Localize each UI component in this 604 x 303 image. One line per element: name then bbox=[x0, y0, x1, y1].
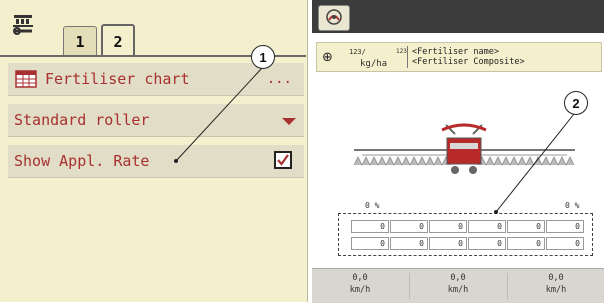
operator-icon bbox=[326, 9, 342, 25]
rate-cell: 0 bbox=[507, 220, 545, 233]
speed-unit: km/h bbox=[545, 285, 567, 295]
speed-readout-1: 0,0 km/h bbox=[312, 272, 408, 296]
rate-unit: kg/ha bbox=[360, 59, 388, 69]
machine-tools-icon bbox=[13, 15, 33, 35]
rate-cell: 0 bbox=[468, 237, 506, 250]
roller-select-label: Standard roller bbox=[14, 111, 150, 129]
tab-1[interactable]: 1 bbox=[63, 26, 97, 57]
operating-screen: ⊕ 123/ 123 kg/ha <Fertiliser name> <Fert… bbox=[312, 0, 604, 303]
speed-value: 0,0 bbox=[450, 273, 466, 283]
speed-readout-3: 0,0 km/h bbox=[508, 272, 604, 296]
settings-panel: 1 2 Fertiliser chart ... Standard roller… bbox=[0, 0, 308, 302]
speed-readout-2: 0,0 km/h bbox=[410, 272, 506, 296]
rate-cell: 0 bbox=[546, 237, 584, 250]
dropdown-arrow-icon[interactable] bbox=[282, 118, 296, 125]
operator-button[interactable] bbox=[318, 5, 350, 31]
fertiliser-info-bar: ⊕ 123/ 123 kg/ha <Fertiliser name> <Fert… bbox=[316, 42, 602, 72]
partial-width-rate-grid: 0 0 0 0 0 0 0 0 0 0 0 0 bbox=[338, 213, 593, 256]
tab-2[interactable]: 2 bbox=[101, 24, 135, 57]
fertiliser-name: <Fertiliser name> bbox=[412, 47, 499, 57]
fertiliser-name-block: <Fertiliser name> <Fertiliser Composite> bbox=[412, 47, 525, 67]
more-options-button[interactable]: ... bbox=[267, 71, 292, 87]
rate-top: 123/ bbox=[349, 48, 366, 56]
divider bbox=[407, 46, 408, 68]
rate-cell: 0 bbox=[390, 220, 428, 233]
callout-2: 2 bbox=[564, 91, 588, 115]
callout-1: 1 bbox=[251, 45, 275, 69]
rate-cell: 0 bbox=[468, 220, 506, 233]
rate-cell: 0 bbox=[390, 237, 428, 250]
speed-bar: 0,0 km/h 0,0 km/h 0,0 km/h bbox=[312, 268, 604, 303]
rate-cell: 0 bbox=[429, 237, 467, 250]
fertiliser-chart-label: Fertiliser chart bbox=[45, 70, 190, 88]
right-percent: 0 % bbox=[565, 201, 580, 210]
show-appl-rate-label: Show Appl. Rate bbox=[14, 152, 150, 170]
rate-cell: 0 bbox=[507, 237, 545, 250]
rate-cell: 0 bbox=[546, 220, 584, 233]
roller-select[interactable]: Standard roller bbox=[8, 104, 304, 137]
show-appl-rate-checkbox[interactable] bbox=[274, 151, 292, 169]
speed-unit: km/h bbox=[349, 285, 371, 295]
crosshair-icon: ⊕ bbox=[322, 50, 333, 65]
rate-cell: 0 bbox=[429, 220, 467, 233]
screen-header bbox=[312, 0, 604, 33]
speed-value: 0,0 bbox=[352, 273, 368, 283]
fertiliser-composite: <Fertiliser Composite> bbox=[412, 57, 525, 67]
rate-cell: 0 bbox=[351, 220, 389, 233]
rate-sub: 123 bbox=[396, 48, 407, 55]
spreader-machine-icon bbox=[353, 123, 575, 174]
fertiliser-chart-icon bbox=[15, 70, 37, 88]
left-percent: 0 % bbox=[365, 201, 380, 210]
checkmark-icon bbox=[277, 154, 289, 166]
speed-unit: km/h bbox=[447, 285, 469, 295]
speed-value: 0,0 bbox=[548, 273, 564, 283]
rate-cell: 0 bbox=[351, 237, 389, 250]
show-appl-rate-row[interactable]: Show Appl. Rate bbox=[8, 145, 304, 178]
